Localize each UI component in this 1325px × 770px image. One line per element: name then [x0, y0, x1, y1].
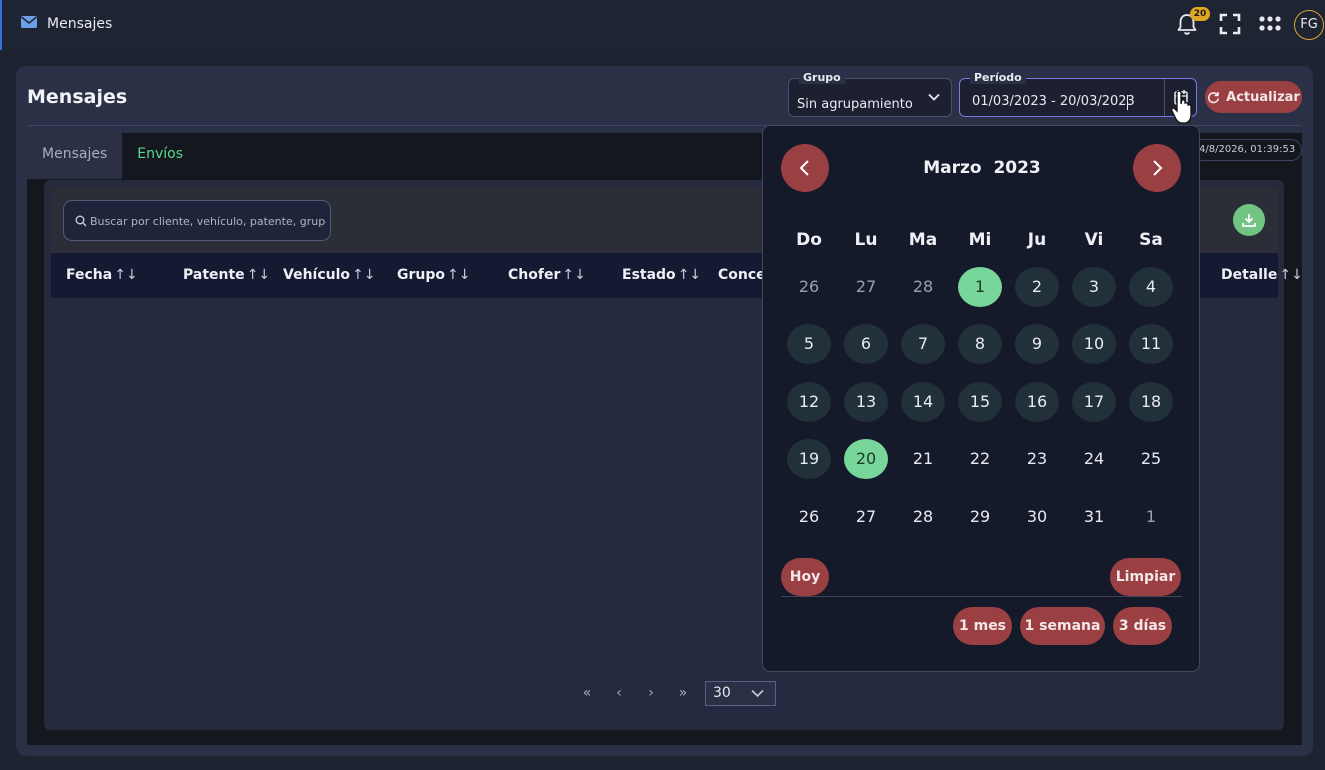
weekday-header: Lu [854, 230, 878, 250]
calendar-day[interactable]: 2 [1015, 267, 1059, 307]
calendar-day[interactable]: 11 [1129, 324, 1173, 364]
calendar-day[interactable]: 24 [1072, 439, 1116, 479]
chevron-down-icon [928, 93, 940, 101]
grupo-select[interactable]: Grupo Sin agrupamiento [788, 71, 952, 117]
refresh-label: Actualizar [1226, 89, 1300, 105]
weekday-header: Mi [968, 230, 992, 250]
column-header-grupo[interactable]: Grupo ↑↓ [397, 267, 470, 283]
calendar-day[interactable]: 25 [1129, 439, 1173, 479]
column-header-vehiculo[interactable]: Vehículo ↑↓ [283, 267, 375, 283]
periodo-field[interactable]: Período 01/03/2023 - 20/03/2023 [959, 71, 1197, 117]
notification-badge: 20 [1190, 7, 1210, 21]
user-avatar[interactable]: FG [1294, 10, 1324, 40]
today-button[interactable]: Hoy [781, 558, 829, 596]
calendar-day[interactable]: 13 [844, 382, 888, 422]
calendar-day[interactable]: 28 [901, 267, 945, 307]
column-header-patente[interactable]: Patente ↑↓ [183, 267, 270, 283]
column-header-detalle[interactable]: Detalle ↑↓ [1221, 267, 1303, 283]
calendar-day[interactable]: 27 [844, 267, 888, 307]
one-month-button[interactable]: 1 mes [953, 607, 1012, 645]
date-range-picker: Marzo 2023 Do Lu Ma Mi Ju Vi Sa 26 27 28 1 2 3 4 5 6 7 8… [762, 125, 1200, 672]
app-title: Mensajes [47, 16, 113, 32]
refresh-button[interactable]: Actualizar [1205, 81, 1302, 113]
next-month-button[interactable] [1133, 144, 1181, 192]
three-days-button[interactable]: 3 días [1113, 607, 1172, 645]
last-page-button[interactable]: » [667, 685, 699, 701]
weekday-header: Ma [908, 230, 938, 250]
calendar-day[interactable]: 20 [844, 439, 888, 479]
calendar-day[interactable]: 17 [1072, 382, 1116, 422]
refresh-icon [1208, 91, 1220, 103]
prev-page-button[interactable]: ‹ [603, 685, 635, 701]
download-button[interactable] [1233, 204, 1265, 236]
column-header-fecha[interactable]: Fecha ↑↓ [66, 267, 138, 283]
picker-divider [781, 596, 1182, 597]
column-header-estado[interactable]: Estado ↑↓ [622, 267, 701, 283]
column-header-concepto[interactable]: Conce [718, 267, 766, 283]
calendar-day[interactable]: 28 [901, 497, 945, 537]
weekday-header: Vi [1084, 230, 1104, 250]
first-page-button[interactable]: « [571, 685, 603, 701]
calendar-day[interactable]: 1 [958, 267, 1002, 307]
fullscreen-icon[interactable] [1219, 13, 1241, 35]
download-icon [1242, 214, 1256, 227]
calendar-day[interactable]: 14 [901, 382, 945, 422]
calendar-day[interactable]: 22 [958, 439, 1002, 479]
calendar-day[interactable]: 8 [958, 324, 1002, 364]
calendar-day[interactable]: 12 [787, 382, 831, 422]
calendar-day[interactable]: 7 [901, 324, 945, 364]
periodo-value[interactable]: 01/03/2023 - 20/03/2023 [972, 94, 1135, 109]
search-box [63, 200, 331, 241]
year-label: 2023 [993, 158, 1041, 178]
pagination: « ‹ › » 30 [571, 680, 776, 706]
calendar-day[interactable]: 4 [1129, 267, 1173, 307]
calendar-day[interactable]: 15 [958, 382, 1002, 422]
tab-envios[interactable]: Envíos [122, 133, 198, 179]
calendar-day[interactable]: 16 [1015, 382, 1059, 422]
calendar-day[interactable]: 29 [958, 497, 1002, 537]
column-header-chofer[interactable]: Chofer ↑↓ [508, 267, 586, 283]
periodo-label: Período [970, 71, 1026, 84]
weekday-header: Sa [1139, 230, 1163, 250]
weekday-header: Do [796, 230, 822, 250]
page-title: Mensajes [27, 86, 128, 108]
calendar-day[interactable]: 26 [787, 267, 831, 307]
calendar-day[interactable]: 23 [1015, 439, 1059, 479]
calendar-icon [1174, 90, 1188, 105]
apps-grid-icon[interactable] [1259, 15, 1281, 33]
next-page-button[interactable]: › [635, 685, 667, 701]
calendar-day[interactable]: 1 [1129, 497, 1173, 537]
grupo-label: Grupo [799, 71, 845, 84]
calendar-day[interactable]: 27 [844, 497, 888, 537]
calendar-day[interactable]: 30 [1015, 497, 1059, 537]
calendar-day[interactable]: 6 [844, 324, 888, 364]
search-icon [75, 215, 87, 227]
one-week-button[interactable]: 1 semana [1020, 607, 1105, 645]
calendar-day[interactable]: 19 [787, 439, 831, 479]
grupo-value: Sin agrupamiento [797, 97, 913, 112]
calendar-day[interactable]: 3 [1072, 267, 1116, 307]
tab-mensajes[interactable]: Mensajes [27, 133, 123, 179]
calendar-day[interactable]: 10 [1072, 324, 1116, 364]
envelope-icon [21, 16, 37, 28]
weekday-header: Ju [1027, 230, 1047, 250]
chevron-down-icon [751, 689, 764, 697]
tab-bar: Mensajes Envíos [27, 133, 198, 179]
clear-button[interactable]: Limpiar [1110, 558, 1181, 596]
calendar-day[interactable]: 26 [787, 497, 831, 537]
last-updated-timestamp: 4/8/2026, 01:39:53 [1192, 139, 1302, 161]
calendar-day[interactable]: 9 [1015, 324, 1059, 364]
month-label: Marzo [923, 158, 982, 178]
chevron-right-icon [1153, 160, 1163, 176]
text-caret [1127, 95, 1128, 110]
calendar-day[interactable]: 31 [1072, 497, 1116, 537]
top-bar: Mensajes 20 FG [0, 0, 1325, 50]
calendar-day[interactable]: 21 [901, 439, 945, 479]
page-size-value: 30 [713, 684, 731, 701]
calendar-day[interactable]: 5 [787, 324, 831, 364]
page-size-select[interactable]: 30 [705, 680, 776, 706]
calendar-toggle-button[interactable] [1164, 79, 1196, 116]
calendar-day[interactable]: 18 [1129, 382, 1173, 422]
search-input[interactable] [90, 211, 326, 231]
